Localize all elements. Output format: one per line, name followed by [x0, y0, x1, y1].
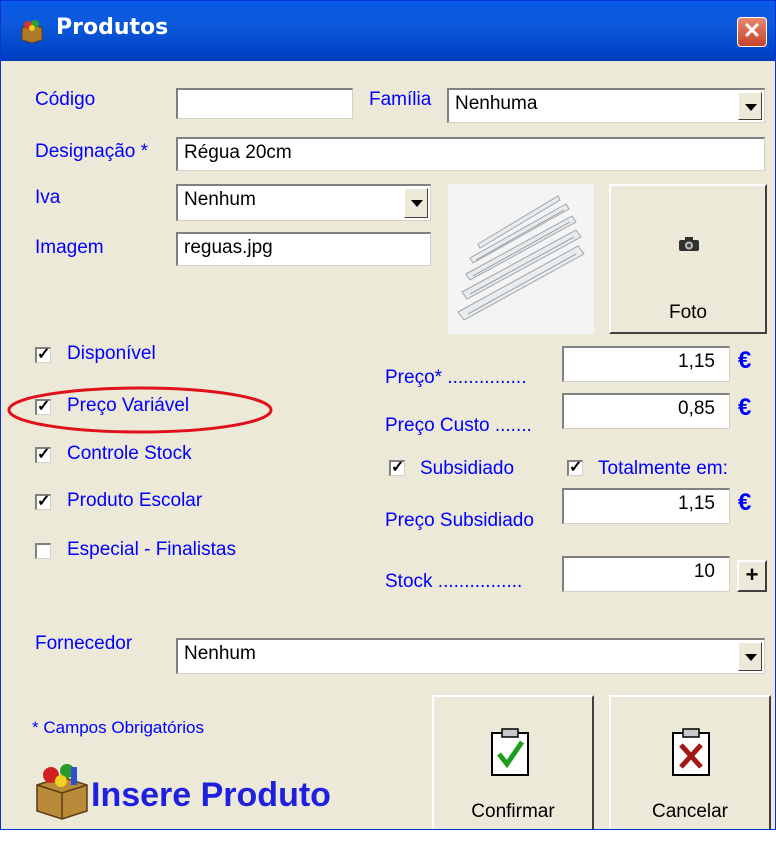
title-bar[interactable]: Produtos ✕: [1, 1, 775, 61]
produto-escolar-checkbox[interactable]: ✓: [35, 494, 51, 510]
imagem-label: Imagem: [35, 237, 104, 258]
familia-select[interactable]: Nenhuma: [447, 88, 765, 123]
stock-label: Stock ................: [385, 571, 523, 592]
required-note: * Campos Obrigatórios: [32, 718, 204, 737]
camera-icon: [679, 237, 699, 251]
controle-stock-checkbox[interactable]: ✓: [35, 447, 51, 463]
totalmente-label: Totalmente em:: [598, 458, 728, 479]
product-box-icon: [21, 20, 43, 44]
subsidiado-checkbox[interactable]: ✓: [389, 460, 405, 476]
preco-subsidiado-label: Preço Subsidiado: [385, 510, 534, 531]
iva-label: Iva: [35, 187, 61, 208]
familia-value: Nenhuma: [455, 93, 538, 114]
page-title: Insere Produto: [91, 776, 331, 814]
product-image-preview: [448, 184, 594, 334]
preco-input[interactable]: 1,15: [562, 346, 730, 382]
fornecedor-select[interactable]: Nenhum: [176, 638, 765, 674]
controle-stock-label: Controle Stock: [67, 443, 192, 464]
clipboard-check-icon: [491, 728, 529, 776]
produto-escolar-label: Produto Escolar: [67, 490, 203, 511]
euro-icon: €: [738, 347, 752, 374]
disponivel-label: Disponível: [67, 343, 156, 364]
close-button[interactable]: ✕: [737, 17, 767, 47]
codigo-input[interactable]: [176, 88, 353, 119]
fornecedor-label: Fornecedor: [35, 633, 133, 654]
cancel-label: Cancelar: [651, 801, 729, 822]
confirm-label: Confirmar: [471, 801, 555, 822]
preco-custo-input[interactable]: 0,85: [562, 393, 730, 429]
product-box-icon: [36, 764, 88, 820]
designacao-label: Designação *: [35, 141, 149, 162]
fornecedor-value: Nenhum: [184, 643, 256, 664]
subsidiado-label: Subsidiado: [420, 458, 515, 479]
codigo-label: Código: [35, 89, 96, 110]
window-title: Produtos: [56, 15, 169, 40]
foto-button[interactable]: Foto: [609, 184, 767, 334]
chevron-down-icon[interactable]: [738, 642, 762, 671]
disponivel-checkbox[interactable]: ✓: [35, 347, 51, 363]
especial-label: Especial - Finalistas: [67, 539, 236, 560]
preco-label: Preço* ...............: [385, 367, 527, 388]
euro-icon: €: [738, 489, 752, 516]
clipboard-x-icon: [672, 728, 710, 776]
imagem-input[interactable]: reguas.jpg: [176, 232, 431, 266]
stock-input[interactable]: 10: [562, 556, 730, 592]
preco-subsidiado-input[interactable]: 1,15: [562, 488, 730, 524]
cancel-button[interactable]: Cancelar: [609, 695, 771, 829]
chevron-down-icon[interactable]: [738, 92, 762, 120]
familia-label: Família: [369, 89, 432, 110]
stock-plus-button[interactable]: +: [737, 560, 767, 592]
totalmente-checkbox[interactable]: ✓: [567, 460, 583, 476]
rulers-image: [457, 195, 585, 321]
iva-select[interactable]: Nenhum: [176, 184, 431, 221]
chevron-down-icon[interactable]: [404, 188, 428, 218]
euro-icon: €: [738, 394, 752, 421]
foto-label: Foto: [668, 302, 708, 323]
preco-custo-label: Preço Custo .......: [385, 415, 532, 436]
produtos-window: Produtos ✕ Código Família Nenhuma Design…: [0, 0, 776, 830]
especial-checkbox[interactable]: [35, 543, 51, 559]
designacao-input[interactable]: Régua 20cm: [176, 137, 765, 171]
iva-value: Nenhum: [184, 189, 256, 210]
highlight-ellipse: [7, 386, 273, 434]
confirm-button[interactable]: Confirmar: [432, 695, 594, 829]
